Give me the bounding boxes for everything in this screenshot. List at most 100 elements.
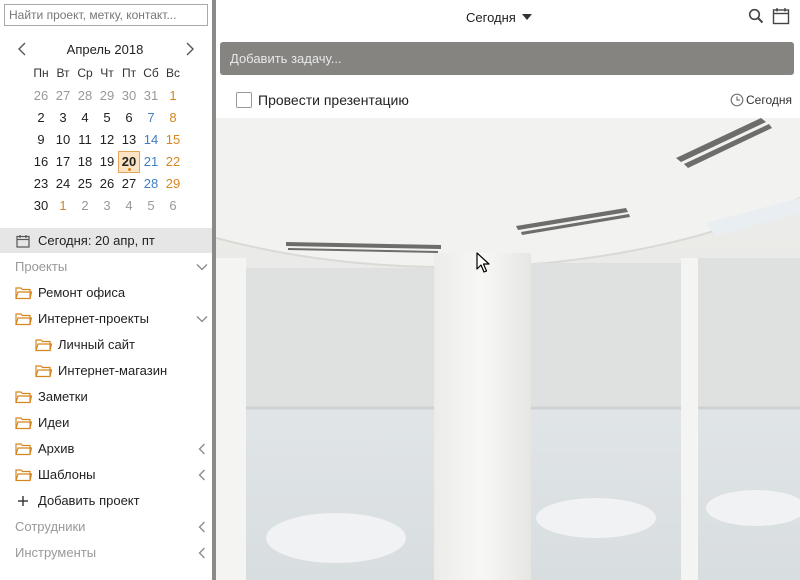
calendar-header: Апрель 2018 [0,38,212,60]
calendar-day[interactable]: 30 [118,85,140,107]
calendar-small-icon [16,235,30,248]
calendar-day[interactable]: 3 [96,195,118,217]
search-icon[interactable] [748,8,764,24]
project-item[interactable]: Интернет-магазин [0,358,212,384]
calendar-day[interactable]: 9 [30,129,52,151]
calendar-day[interactable]: 7 [140,107,162,129]
add-project-button[interactable]: Добавить проект [0,488,212,514]
project-item[interactable]: Личный сайт [0,332,212,358]
calendar-day[interactable]: 10 [52,129,74,151]
calendar-grid: Пн Вт Ср Чт Пт Сб Вс 26 27 28 29 30 31 1… [30,63,184,217]
weekday-label: Чт [100,66,114,80]
project-label: Архив [38,441,75,456]
calendar-day[interactable]: 18 [74,151,96,173]
calendar-day[interactable]: 2 [74,195,96,217]
chevron-left-icon[interactable] [196,521,208,533]
folder-icon [15,443,32,456]
calendar-day[interactable]: 15 [162,129,184,151]
calendar-day[interactable]: 19 [96,151,118,173]
weekday-label: Вт [56,66,70,80]
chevron-left-icon[interactable] [14,40,32,58]
calendar-day[interactable]: 5 [140,195,162,217]
calendar-day[interactable]: 24 [52,173,74,195]
calendar-day[interactable]: 11 [74,129,96,151]
search-input[interactable]: Найти проект, метку, контакт... [4,4,208,26]
folder-icon [15,391,32,404]
calendar-day[interactable]: 6 [118,107,140,129]
project-item[interactable]: Заметки [0,384,212,410]
calendar-day[interactable]: 27 [52,85,74,107]
calendar-day[interactable]: 4 [74,107,96,129]
date-filter-dropdown[interactable]: Сегодня [466,8,532,26]
chevron-left-icon[interactable] [196,469,208,481]
calendar-day[interactable]: 2 [30,107,52,129]
task-due-date[interactable]: Сегодня [730,93,792,107]
section-tools[interactable]: Инструменты [0,540,212,566]
calendar-day[interactable]: 14 [140,129,162,151]
calendar-day[interactable]: 3 [52,107,74,129]
calendar-week: 9 10 11 12 13 14 15 [30,129,184,151]
folder-icon [35,365,52,378]
calendar-day[interactable]: 25 [74,173,96,195]
calendar-day-selected[interactable]: 20 [118,151,140,173]
project-label: Шаблоны [38,467,96,482]
calendar-day[interactable]: 26 [30,85,52,107]
calendar-day[interactable]: 28 [74,85,96,107]
project-label: Интернет-проекты [38,311,149,326]
task-checkbox[interactable] [236,92,252,108]
calendar-week: 30 1 2 3 4 5 6 [30,195,184,217]
section-projects-label: Проекты [15,259,68,274]
project-label: Идеи [38,415,70,430]
folder-icon [15,287,32,300]
calendar-week: 2 3 4 5 6 7 8 [30,107,184,129]
task-row[interactable]: Провести презентацию Сегодня [216,84,800,118]
folder-icon [35,339,52,352]
chevron-left-icon[interactable] [196,547,208,559]
calendar-day[interactable]: 12 [96,129,118,151]
calendar-day[interactable]: 6 [162,195,184,217]
project-item[interactable]: Ремонт офиса [0,280,212,306]
calendar-day[interactable]: 29 [162,173,184,195]
add-task-input[interactable]: Добавить задачу... [220,42,794,75]
calendar-day[interactable]: 5 [96,107,118,129]
calendar-day[interactable]: 1 [162,85,184,107]
today-row[interactable]: Сегодня: 20 апр, пт [0,228,212,253]
section-staff[interactable]: Сотрудники [0,514,212,540]
calendar-week: 23 24 25 26 27 28 29 [30,173,184,195]
calendar-day[interactable]: 16 [30,151,52,173]
plus-icon [18,496,28,506]
task-title[interactable]: Провести презентацию [258,92,409,108]
section-staff-label: Сотрудники [15,519,86,534]
calendar-icon[interactable] [772,7,790,25]
calendar-weekday-row: Пн Вт Ср Чт Пт Сб Вс [30,63,184,85]
calendar-day[interactable]: 13 [118,129,140,151]
main-panel: Сегодня Добавить задачу... Провести през… [216,0,800,580]
calendar-day[interactable]: 26 [96,173,118,195]
calendar-day[interactable]: 8 [162,107,184,129]
project-item[interactable]: Интернет-проекты [0,306,212,332]
weekday-label: Сб [143,66,159,80]
chevron-left-icon[interactable] [196,443,208,455]
calendar-day[interactable]: 28 [140,173,162,195]
section-projects[interactable]: Проекты [0,254,212,280]
chevron-down-icon[interactable] [196,261,208,273]
calendar-day[interactable]: 4 [118,195,140,217]
project-item[interactable]: Шаблоны [0,462,212,488]
project-label: Личный сайт [58,337,135,352]
calendar-day[interactable]: 21 [140,151,162,173]
calendar-day[interactable]: 31 [140,85,162,107]
chevron-down-icon[interactable] [196,313,208,325]
calendar-day[interactable]: 17 [52,151,74,173]
sidebar: Найти проект, метку, контакт... Апрель 2… [0,0,212,580]
today-label: Сегодня: 20 апр, пт [38,233,155,248]
project-item[interactable]: Идеи [0,410,212,436]
calendar-day[interactable]: 23 [30,173,52,195]
calendar-day[interactable]: 27 [118,173,140,195]
project-item[interactable]: Архив [0,436,212,462]
chevron-right-icon[interactable] [180,40,198,58]
weekday-label: Пт [121,66,137,80]
calendar-day[interactable]: 22 [162,151,184,173]
calendar-day[interactable]: 29 [96,85,118,107]
calendar-day[interactable]: 30 [30,195,52,217]
calendar-day[interactable]: 1 [52,195,74,217]
